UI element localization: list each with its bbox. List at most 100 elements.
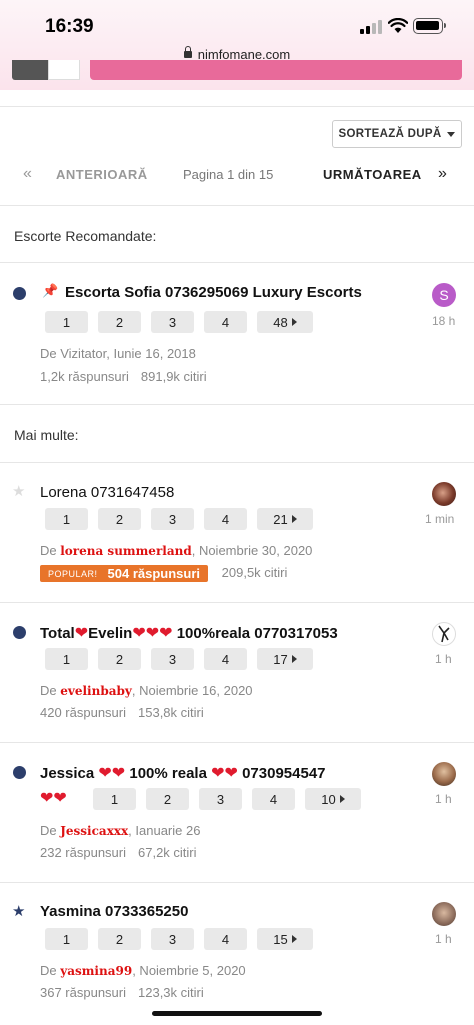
topic-author-line: De Jessicaxxx, Ianuarie 26 — [40, 823, 201, 838]
section-label-featured: Escorte Recomandate: — [14, 228, 157, 244]
topic-title[interactable]: Lorena 0731647458 — [40, 484, 174, 501]
view-count: 153,8k citiri — [138, 705, 204, 720]
author-link[interactable]: lorena summerland — [60, 544, 191, 558]
view-count: 209,5k citiri — [221, 565, 288, 580]
toolbar-button-partial[interactable] — [12, 60, 48, 80]
last-post-time: 1 h — [435, 652, 452, 666]
topic-stats: 1,2k răspunsuri 891,9k citiri — [40, 369, 207, 384]
toolbar-button-partial-2[interactable] — [48, 60, 80, 80]
page-link[interactable]: 3 — [199, 788, 242, 810]
author-link[interactable]: evelinbaby — [60, 684, 132, 698]
next-page-link[interactable]: URMĂTOAREA — [323, 167, 422, 182]
page-link[interactable]: 1 — [45, 928, 88, 950]
page-link[interactable]: 3 — [151, 311, 194, 333]
unread-dot-icon — [13, 287, 26, 300]
last-post-time: 18 h — [432, 314, 456, 328]
unread-dot-icon — [13, 766, 26, 779]
page-link[interactable]: 3 — [151, 508, 194, 530]
arrow-right-icon — [291, 655, 297, 663]
double-chevron-right-icon[interactable]: » — [438, 165, 447, 183]
topic-pages: 1 2 3 4 48 — [45, 311, 313, 333]
arrow-right-icon — [291, 318, 297, 326]
page-link[interactable]: 2 — [146, 788, 189, 810]
home-indicator[interactable] — [152, 1011, 322, 1016]
page-info[interactable]: Pagina 1 din 15 — [183, 167, 273, 182]
reply-count: 232 răspunsuri — [40, 845, 126, 860]
topic-pages: 1 2 3 4 10 — [93, 788, 361, 810]
last-page-link[interactable]: 15 — [257, 928, 313, 950]
page-link[interactable]: 3 — [151, 928, 194, 950]
avatar[interactable] — [432, 482, 456, 506]
arrow-right-icon — [339, 795, 345, 803]
page-link[interactable]: 1 — [45, 311, 88, 333]
avatar[interactable] — [432, 902, 456, 926]
topic-title[interactable]: Jessica ❤❤ 100% reala ❤❤ 0730954547 — [40, 763, 326, 783]
avatar[interactable]: S — [432, 283, 456, 307]
star-outline-icon[interactable]: ★ — [12, 482, 25, 500]
signal-icon — [360, 20, 382, 34]
avatar[interactable] — [432, 762, 456, 786]
topic-title[interactable]: Escorta Sofia 0736295069 Luxury Escorts — [65, 284, 362, 301]
double-chevron-left-icon[interactable]: « — [23, 165, 32, 183]
pin-icon: 📌 — [42, 283, 59, 298]
divider — [0, 602, 474, 603]
reply-count: 504 răspunsuri — [107, 566, 201, 582]
popular-badge: POPULAR! 504 răspunsuri — [40, 565, 209, 583]
page-link[interactable]: 2 — [98, 508, 141, 530]
sort-dropdown[interactable]: SORTEAZĂ DUPĂ — [332, 120, 462, 148]
last-page-link[interactable]: 10 — [305, 788, 361, 810]
author-link[interactable]: Jessicaxxx — [60, 824, 128, 838]
divider — [0, 742, 474, 743]
view-count: 123,3k citiri — [138, 985, 204, 1000]
topic-title-continued: ❤❤ — [40, 790, 67, 807]
page-link[interactable]: 2 — [98, 648, 141, 670]
section-label-more: Mai multe: — [14, 427, 79, 443]
view-count: 891,9k citiri — [140, 369, 207, 384]
star-filled-icon[interactable]: ★ — [12, 902, 25, 920]
last-page-link[interactable]: 21 — [257, 508, 313, 530]
page-link[interactable]: 1 — [93, 788, 136, 810]
page-link[interactable]: 1 — [45, 648, 88, 670]
reply-count: 1,2k răspunsuri — [40, 369, 129, 384]
page-link[interactable]: 2 — [98, 311, 141, 333]
topic-stats: POPULAR! 504 răspunsuri 209,5k citiri — [40, 565, 288, 583]
primary-action-button-partial[interactable] — [90, 60, 462, 80]
page-link[interactable]: 4 — [204, 648, 247, 670]
topic-title[interactable]: Total❤Evelin❤❤❤ 100%reala 0770317053 — [40, 623, 338, 643]
topic-author-line: De Vizitator, Iunie 16, 2018 — [40, 346, 196, 361]
topic-author-line: De lorena summerland, Noiembrie 30, 2020 — [40, 543, 313, 558]
page-link[interactable]: 4 — [204, 311, 247, 333]
author-link[interactable]: yasmina99 — [60, 964, 132, 978]
divider — [0, 404, 474, 405]
avatar[interactable] — [432, 622, 456, 646]
wifi-icon — [388, 18, 408, 33]
topic-author-line: De evelinbaby, Noiembrie 16, 2020 — [40, 683, 253, 698]
prev-page-link[interactable]: ANTERIOARĂ — [56, 167, 148, 182]
battery-icon — [413, 18, 446, 34]
reply-count: 367 răspunsuri — [40, 985, 126, 1000]
last-page-link[interactable]: 17 — [257, 648, 313, 670]
page-link[interactable]: 4 — [204, 928, 247, 950]
topic-author-line: De yasmina99, Noiembrie 5, 2020 — [40, 963, 246, 978]
divider — [0, 106, 474, 107]
sort-label: SORTEAZĂ DUPĂ — [338, 128, 442, 140]
view-count: 67,2k citiri — [138, 845, 197, 860]
topic-pages: 1 2 3 4 17 — [45, 648, 313, 670]
topic-pages: 1 2 3 4 15 — [45, 928, 313, 950]
last-post-time: 1 h — [435, 792, 452, 806]
page-link[interactable]: 1 — [45, 508, 88, 530]
page-link[interactable]: 4 — [204, 508, 247, 530]
last-post-time: 1 h — [435, 932, 452, 946]
divider — [0, 882, 474, 883]
caret-down-icon — [447, 131, 456, 137]
last-page-link[interactable]: 48 — [257, 311, 313, 333]
topic-pages: 1 2 3 4 21 — [45, 508, 313, 530]
topic-title[interactable]: Yasmina 0733365250 — [40, 903, 188, 920]
page-link[interactable]: 4 — [252, 788, 295, 810]
arrow-right-icon — [291, 515, 297, 523]
topic-stats: 232 răspunsuri 67,2k citiri — [40, 845, 197, 860]
page-link[interactable]: 2 — [98, 928, 141, 950]
divider — [0, 205, 474, 206]
page-link[interactable]: 3 — [151, 648, 194, 670]
divider — [0, 262, 474, 263]
